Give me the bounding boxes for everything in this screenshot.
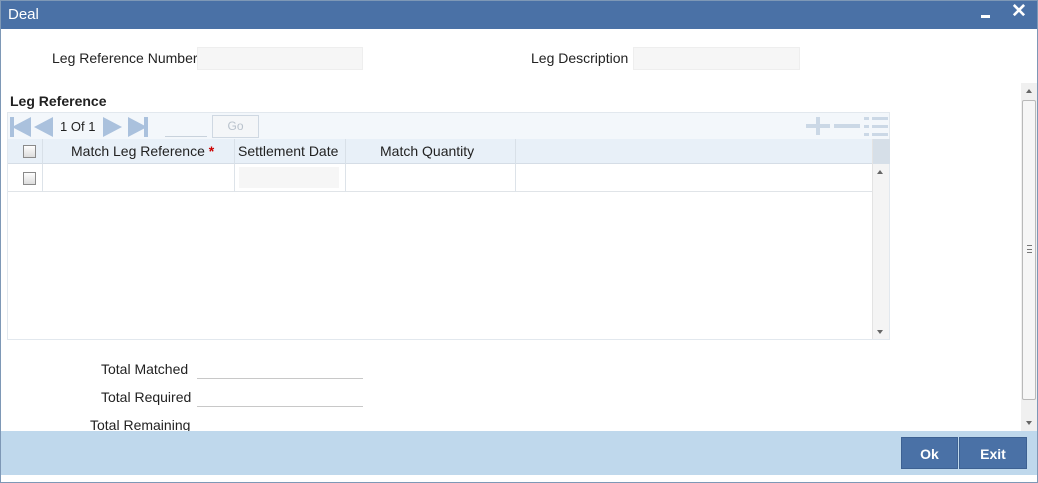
exit-button[interactable]: Exit <box>959 437 1027 469</box>
deal-window: Deal ✕ Leg Reference Number Leg Descript… <box>0 0 1038 483</box>
pagination-info: 1 Of 1 <box>60 119 95 134</box>
first-page-icon[interactable] <box>10 117 31 137</box>
column-header-match-quantity[interactable]: Match Quantity <box>346 139 516 164</box>
table-row <box>8 164 872 192</box>
title-bar: Deal ✕ <box>1 1 1037 29</box>
column-header-settlement-date[interactable]: Settlement Date <box>235 139 346 164</box>
window-title: Deal <box>8 6 39 23</box>
column-header-match-leg-reference[interactable]: Match Leg Reference * <box>43 139 235 164</box>
leg-reference-number-input[interactable] <box>197 47 363 70</box>
leg-description-label: Leg Description <box>531 50 629 66</box>
row-select-cell <box>8 164 43 192</box>
single-view-icon[interactable] <box>864 117 888 136</box>
match-leg-reference-cell[interactable] <box>43 164 235 192</box>
page-vertical-scrollbar[interactable] <box>1021 83 1037 431</box>
add-row-icon[interactable] <box>806 117 830 135</box>
total-required-label: Total Required <box>101 389 192 405</box>
last-page-icon[interactable] <box>128 117 148 137</box>
total-matched-input[interactable] <box>197 356 363 379</box>
grid-scroll-up-icon[interactable] <box>877 170 883 174</box>
select-all-checkbox[interactable] <box>23 145 36 158</box>
close-icon[interactable]: ✕ <box>1010 2 1028 24</box>
grid-scroll-down-icon[interactable] <box>877 330 883 334</box>
column-header-filler <box>516 139 872 164</box>
settlement-date-field[interactable] <box>239 167 339 188</box>
next-page-icon[interactable] <box>103 117 122 137</box>
current-page: 1 <box>60 119 68 134</box>
grid-vertical-scrollbar[interactable] <box>872 139 890 339</box>
page-scroll-up-icon[interactable] <box>1026 89 1032 93</box>
grid-header: Match Leg Reference * Settlement Date Ma… <box>8 139 889 164</box>
settlement-date-cell <box>235 164 346 192</box>
ok-button[interactable]: Ok <box>901 437 958 469</box>
grid-toolbar: 1 Of 1 Go <box>8 113 889 139</box>
page-number-input[interactable] <box>165 118 207 137</box>
grid-scroll-header-cap <box>873 139 890 164</box>
minimize-icon[interactable] <box>979 5 993 23</box>
column-label: Match Leg Reference <box>71 143 205 159</box>
scroll-grip-icon <box>1027 245 1032 253</box>
go-button[interactable]: Go <box>212 115 259 138</box>
total-pages: 1 <box>88 119 96 134</box>
of-label: Of <box>70 119 85 134</box>
prev-page-icon[interactable] <box>34 117 53 137</box>
page-scroll-thumb[interactable] <box>1022 100 1036 400</box>
row-checkbox[interactable] <box>23 172 36 185</box>
match-quantity-cell[interactable] <box>346 164 516 192</box>
delete-row-icon[interactable] <box>834 117 860 135</box>
header-select-cell <box>8 139 43 164</box>
footer-bar: Ok Exit <box>1 431 1037 475</box>
leg-description-input[interactable] <box>633 47 800 70</box>
leg-reference-grid: 1 Of 1 Go Match Leg Reference * Settleme… <box>7 112 890 340</box>
leg-reference-section-title: Leg Reference <box>10 93 107 109</box>
required-marker: * <box>208 143 215 159</box>
page-scroll-down-icon[interactable] <box>1026 421 1032 425</box>
leg-reference-number-label: Leg Reference Number <box>52 50 198 66</box>
row-filler <box>516 164 872 192</box>
total-required-input[interactable] <box>197 384 363 407</box>
total-matched-label: Total Matched <box>101 361 189 377</box>
